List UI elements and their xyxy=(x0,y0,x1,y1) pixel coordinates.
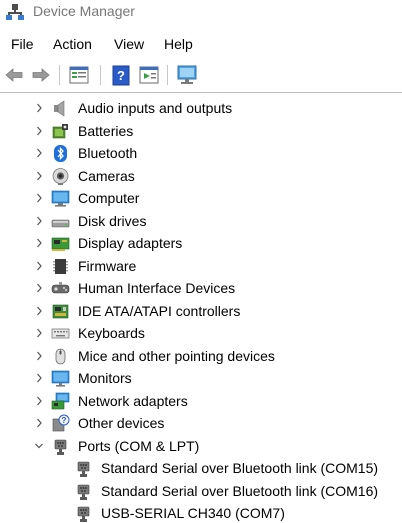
tree-category-row[interactable]: Network adapters xyxy=(0,391,402,414)
tree-device-label: Standard Serial over Bluetooth link (COM… xyxy=(101,460,379,476)
computer-icon xyxy=(51,190,70,207)
expand-chevron-icon[interactable] xyxy=(34,305,44,317)
expand-chevron-icon[interactable] xyxy=(34,395,44,407)
toolbar-divider xyxy=(0,92,402,93)
tree-category-label: Batteries xyxy=(78,122,134,139)
tree-category-label: Computer xyxy=(78,190,140,206)
tree-category-label: Audio inputs and outputs xyxy=(78,100,233,116)
tree-category-row[interactable]: Display adapters xyxy=(0,233,402,256)
display-adapter-icon xyxy=(51,237,70,251)
tree-category-label: Monitors xyxy=(78,370,132,386)
tree-device-row[interactable]: USB-SERIAL CH340 (COM7) xyxy=(0,503,402,523)
toolbar: ? xyxy=(0,62,402,88)
tree-category-row[interactable]: Cameras xyxy=(0,166,402,189)
tree-device-row[interactable]: Standard Serial over Bluetooth link (COM… xyxy=(0,458,402,481)
tree-category-label: IDE ATA/ATAPI controllers xyxy=(78,302,241,319)
tree-category-row[interactable]: Batteries xyxy=(0,121,402,144)
mouse-icon xyxy=(55,348,66,364)
tree-category-row[interactable]: Computer xyxy=(0,188,402,211)
tree-category-row[interactable]: Audio inputs and outputs xyxy=(0,98,402,121)
network-adapter-icon xyxy=(51,392,70,409)
expand-chevron-icon[interactable] xyxy=(34,147,44,159)
tree-category-label: Network adapters xyxy=(78,392,188,409)
tree-device-label: Standard Serial over Bluetooth link (COM… xyxy=(101,482,379,499)
tree-category-row[interactable]: Monitors xyxy=(0,368,402,391)
disk-drive-icon xyxy=(51,219,70,227)
firmware-icon xyxy=(53,258,68,274)
battery-icon xyxy=(52,123,68,138)
menu-help[interactable]: Help xyxy=(164,36,193,52)
tree-category-row[interactable]: Keyboards xyxy=(0,323,402,346)
expand-chevron-icon[interactable] xyxy=(34,282,44,294)
expand-chevron-icon[interactable] xyxy=(34,372,44,384)
unknown-device-icon: ? xyxy=(52,414,70,432)
toolbar-separator xyxy=(167,65,168,85)
port-icon xyxy=(77,506,90,522)
expand-chevron-icon[interactable] xyxy=(34,215,44,227)
toolbar-separator xyxy=(59,65,60,85)
properties-icon[interactable] xyxy=(68,64,90,86)
window-title: Device Manager xyxy=(33,3,135,19)
menu-action[interactable]: Action xyxy=(53,36,92,52)
expand-chevron-icon[interactable] xyxy=(34,260,44,272)
svg-text:?: ? xyxy=(62,416,67,425)
expand-chevron-icon[interactable] xyxy=(34,237,44,249)
port-icon xyxy=(54,439,67,455)
tree-category-row[interactable]: Mice and other pointing devices xyxy=(0,346,402,369)
tree-category-label: Cameras xyxy=(78,167,135,184)
monitor-icon xyxy=(51,370,70,387)
expand-chevron-icon[interactable] xyxy=(34,192,44,204)
keyboard-icon xyxy=(51,328,70,339)
tree-category-label: Keyboards xyxy=(78,325,145,341)
tree-category-row[interactable]: Firmware xyxy=(0,256,402,279)
forward-icon[interactable] xyxy=(30,64,52,86)
help-icon[interactable]: ? xyxy=(110,64,132,86)
port-icon xyxy=(77,461,90,477)
menu-view[interactable]: View xyxy=(114,36,144,52)
tree-category-label: Human Interface Devices xyxy=(78,280,236,296)
speaker-icon xyxy=(54,100,65,117)
device-manager-icon xyxy=(6,4,24,20)
back-icon[interactable] xyxy=(3,64,25,86)
tree-category-label: Bluetooth xyxy=(78,145,138,161)
tree-device-row[interactable]: Standard Serial over Bluetooth link (COM… xyxy=(0,481,402,504)
tree-category-label: Display adapters xyxy=(78,235,183,251)
tree-category-row[interactable]: Bluetooth xyxy=(0,143,402,166)
tree-category-row[interactable]: IDE ATA/ATAPI controllers xyxy=(0,301,402,324)
tree-device-label: USB-SERIAL CH340 (COM7) xyxy=(101,505,285,521)
run-icon[interactable] xyxy=(138,64,160,86)
menu-file[interactable]: File xyxy=(11,36,34,52)
expand-chevron-icon[interactable] xyxy=(34,125,44,137)
expand-chevron-icon[interactable] xyxy=(34,170,44,182)
hid-icon xyxy=(51,282,70,294)
expand-chevron-icon[interactable] xyxy=(34,327,44,339)
ide-controller-icon xyxy=(52,304,69,318)
tree-category-label: Other devices xyxy=(78,415,165,431)
camera-icon xyxy=(52,167,69,185)
tree-category-row[interactable]: ? Other devices xyxy=(0,413,402,436)
svg-text:?: ? xyxy=(117,68,125,83)
expand-chevron-icon[interactable] xyxy=(34,102,44,114)
expand-chevron-icon[interactable] xyxy=(34,350,44,362)
collapse-chevron-icon[interactable] xyxy=(34,440,44,452)
toolbar-separator xyxy=(100,65,101,85)
tree-category-label: Firmware xyxy=(78,257,137,274)
menu-bar: File Action View Help xyxy=(0,36,402,56)
tree-category-row[interactable]: Ports (COM & LPT) xyxy=(0,436,402,459)
tree-category-label: Ports (COM & LPT) xyxy=(78,437,200,454)
tree-category-label: Disk drives xyxy=(78,212,147,229)
title-bar: Device Manager xyxy=(0,0,402,24)
port-icon xyxy=(77,484,90,500)
scan-hardware-icon[interactable] xyxy=(176,64,198,86)
tree-category-row[interactable]: Disk drives xyxy=(0,211,402,234)
bluetooth-icon xyxy=(54,145,67,162)
tree-category-row[interactable]: Human Interface Devices xyxy=(0,278,402,301)
tree-category-label: Mice and other pointing devices xyxy=(78,347,275,364)
expand-chevron-icon[interactable] xyxy=(34,417,44,429)
